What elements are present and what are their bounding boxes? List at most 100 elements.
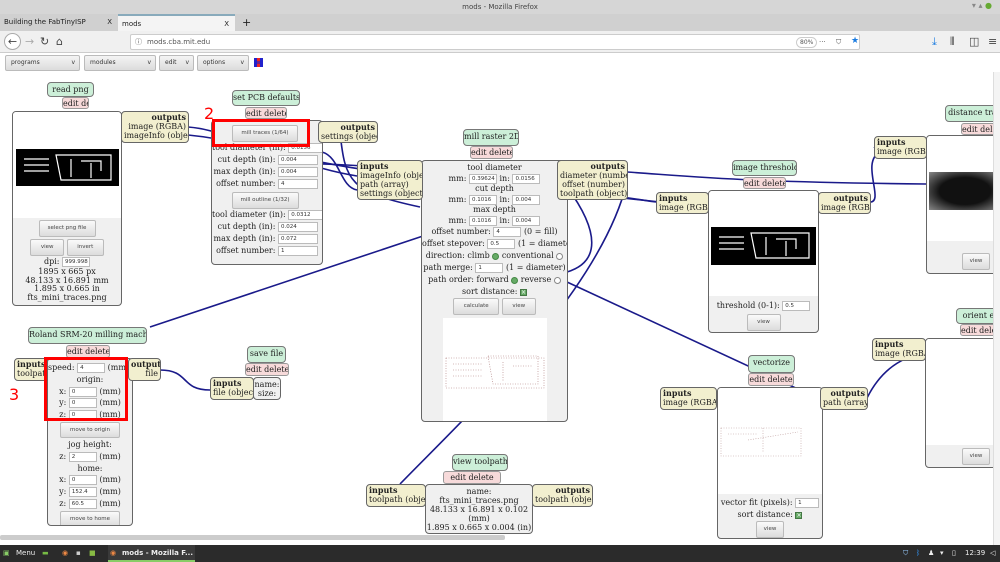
- max-depth-in-input[interactable]: 0.004: [512, 215, 541, 226]
- options-menu[interactable]: options v: [197, 55, 249, 71]
- mill-raster-2d-title[interactable]: mill raster 2D: [463, 129, 519, 146]
- cut-depth-mm-input[interactable]: 0.1016: [468, 194, 497, 205]
- back-icon[interactable]: ←: [4, 33, 21, 50]
- view-toolpath-inputs[interactable]: inputstoolpath (object): [366, 484, 426, 507]
- input-port[interactable]: toolpath (object): [369, 495, 425, 504]
- distance-transform-title[interactable]: distance tran: [945, 105, 993, 122]
- input-port[interactable]: file (object): [213, 388, 253, 397]
- minimize-icon[interactable]: ▾: [972, 1, 976, 10]
- roland-srm20-title[interactable]: Roland SRM-20 milling machine: [28, 327, 147, 344]
- close-tab-icon[interactable]: X: [107, 14, 112, 31]
- mill-outline-button[interactable]: mill outline (1/32): [231, 192, 299, 209]
- orient-inputs[interactable]: inputsimage (RGBA): [872, 338, 926, 361]
- volume-icon[interactable]: ◁: [990, 545, 995, 562]
- shield-icon[interactable]: ⛉: [903, 545, 908, 562]
- view-button[interactable]: view: [501, 298, 536, 315]
- page-actions-icon[interactable]: ···: [819, 35, 826, 49]
- sidebar-icon[interactable]: ◫: [969, 35, 979, 49]
- vector-fit-input[interactable]: 1: [795, 498, 820, 508]
- vectorize-title[interactable]: vectorize: [748, 355, 795, 373]
- set-pcb-outputs[interactable]: outputssettings (object): [318, 121, 378, 143]
- home-x-input[interactable]: 0: [68, 475, 97, 486]
- view-button[interactable]: view: [962, 448, 990, 465]
- clock[interactable]: 12:39: [965, 545, 985, 562]
- view-toolpath-outputs[interactable]: outputstoolpath (object): [532, 484, 593, 507]
- jog-z-input[interactable]: 2: [68, 451, 97, 462]
- view-button[interactable]: view: [962, 253, 990, 270]
- window-controls[interactable]: ▾ ▴ ●: [972, 1, 992, 10]
- read-png-outputs[interactable]: outputsimage (RGBA)imageInfo (object): [121, 111, 189, 143]
- edit-delete-button[interactable]: edit delete: [961, 123, 993, 135]
- horizontal-scrollbar[interactable]: [0, 535, 505, 540]
- threshold-input[interactable]: 0.5: [782, 301, 811, 311]
- input-port[interactable]: toolpath: [17, 369, 47, 378]
- input-port[interactable]: image (RGBA): [659, 203, 708, 212]
- orient-edges-title[interactable]: orient ed: [956, 308, 993, 324]
- input-port[interactable]: image (RGBA): [877, 147, 926, 156]
- input-port[interactable]: imageInfo (object): [360, 171, 422, 180]
- input-port[interactable]: settings (object): [360, 189, 422, 198]
- output-port[interactable]: toolpath (object): [535, 495, 592, 504]
- edit-delete-button[interactable]: edit delete: [245, 107, 287, 119]
- edit-delete-button[interactable]: edit delete: [748, 373, 794, 386]
- maximize-icon[interactable]: ▴: [978, 1, 982, 10]
- firefox-launcher-icon[interactable]: ◉: [62, 545, 68, 562]
- input-port[interactable]: image (RGBA): [875, 349, 925, 358]
- modules-menu[interactable]: modules v: [84, 55, 156, 71]
- reverse-radio[interactable]: [553, 276, 561, 284]
- url-bar[interactable]: ⓘ mods.cba.mit.edu 80% ··· ⛉ ★: [130, 34, 860, 50]
- mods-canvas[interactable]: read png edit delete select png file vie…: [0, 72, 993, 545]
- field-input[interactable]: 0.004: [278, 167, 318, 177]
- files-icon[interactable]: ■: [89, 545, 96, 562]
- field-input[interactable]: 0.004: [278, 155, 318, 165]
- move-to-home-button[interactable]: move to home: [60, 510, 120, 525]
- mill-raster-inputs[interactable]: inputsimageInfo (object)path (array)sett…: [357, 160, 423, 200]
- save-file-inputs[interactable]: inputsfile (object): [210, 377, 254, 400]
- edit-delete-button[interactable]: edit delete: [245, 363, 289, 376]
- distance-inputs[interactable]: inputsimage (RGBA): [874, 136, 927, 159]
- home-icon[interactable]: ⌂: [56, 35, 63, 49]
- output-port[interactable]: offset (number): [560, 180, 625, 189]
- output-port[interactable]: image (RGBA): [124, 122, 186, 131]
- new-tab-button[interactable]: +: [238, 14, 251, 31]
- threshold-inputs[interactable]: inputsimage (RGBA): [656, 192, 709, 214]
- dpi-input[interactable]: 999.998: [62, 257, 91, 267]
- vertical-scrollbar[interactable]: [993, 72, 1000, 545]
- grid-icon[interactable]: [254, 58, 263, 67]
- cut-depth-in-input[interactable]: 0.004: [512, 194, 541, 205]
- info-icon[interactable]: ⓘ: [135, 35, 142, 49]
- battery-icon[interactable]: ▯: [952, 545, 956, 562]
- output-port[interactable]: imageInfo (object): [124, 131, 188, 140]
- library-icon[interactable]: ⫴: [950, 35, 955, 49]
- view-toolpath-title[interactable]: view toolpath: [452, 454, 508, 471]
- wifi-icon[interactable]: ▾: [940, 545, 944, 562]
- edit-menu[interactable]: edit v: [159, 55, 194, 71]
- taskbar-window-firefox[interactable]: ◉ mods - Mozilla F...: [108, 545, 195, 562]
- select-png-file-button[interactable]: select png file: [38, 220, 96, 237]
- bluetooth-icon[interactable]: ᛒ: [916, 545, 920, 562]
- show-desktop-icon[interactable]: ▬: [42, 545, 49, 562]
- user-icon[interactable]: ♟: [928, 545, 934, 562]
- tab-building-fabtinyisp[interactable]: Building the FabTinyISP X: [0, 14, 118, 31]
- path-merge-input[interactable]: 1: [475, 263, 504, 273]
- tool-diameter-mm-input[interactable]: 0.39624: [468, 173, 497, 184]
- reload-icon[interactable]: ↻: [40, 35, 49, 49]
- view-button[interactable]: view: [30, 239, 65, 256]
- close-window-icon[interactable]: ●: [985, 1, 992, 10]
- download-icon[interactable]: ⤓: [932, 35, 937, 49]
- menu-icon[interactable]: ≡: [988, 35, 997, 49]
- offset-number-input[interactable]: 4: [493, 227, 522, 237]
- edit-delete-button[interactable]: edit delete: [743, 177, 786, 189]
- conventional-radio[interactable]: [556, 252, 564, 260]
- pocket-icon[interactable]: ⛉: [836, 35, 841, 49]
- tab-mods[interactable]: mods X: [118, 14, 235, 31]
- output-port[interactable]: diameter (number): [560, 171, 627, 180]
- input-port[interactable]: image (RGBA): [663, 398, 716, 407]
- sort-distance-checkbox[interactable]: ×: [795, 511, 803, 519]
- mill-raster-outputs[interactable]: outputsdiameter (number)offset (number)t…: [557, 160, 628, 200]
- threshold-outputs[interactable]: outputsimage (RGBA): [818, 192, 871, 214]
- forward-radio[interactable]: [511, 276, 519, 284]
- input-port[interactable]: path (array): [360, 180, 420, 189]
- image-threshold-title[interactable]: image threshold: [732, 160, 797, 176]
- roland-inputs[interactable]: inputs toolpath: [14, 358, 48, 381]
